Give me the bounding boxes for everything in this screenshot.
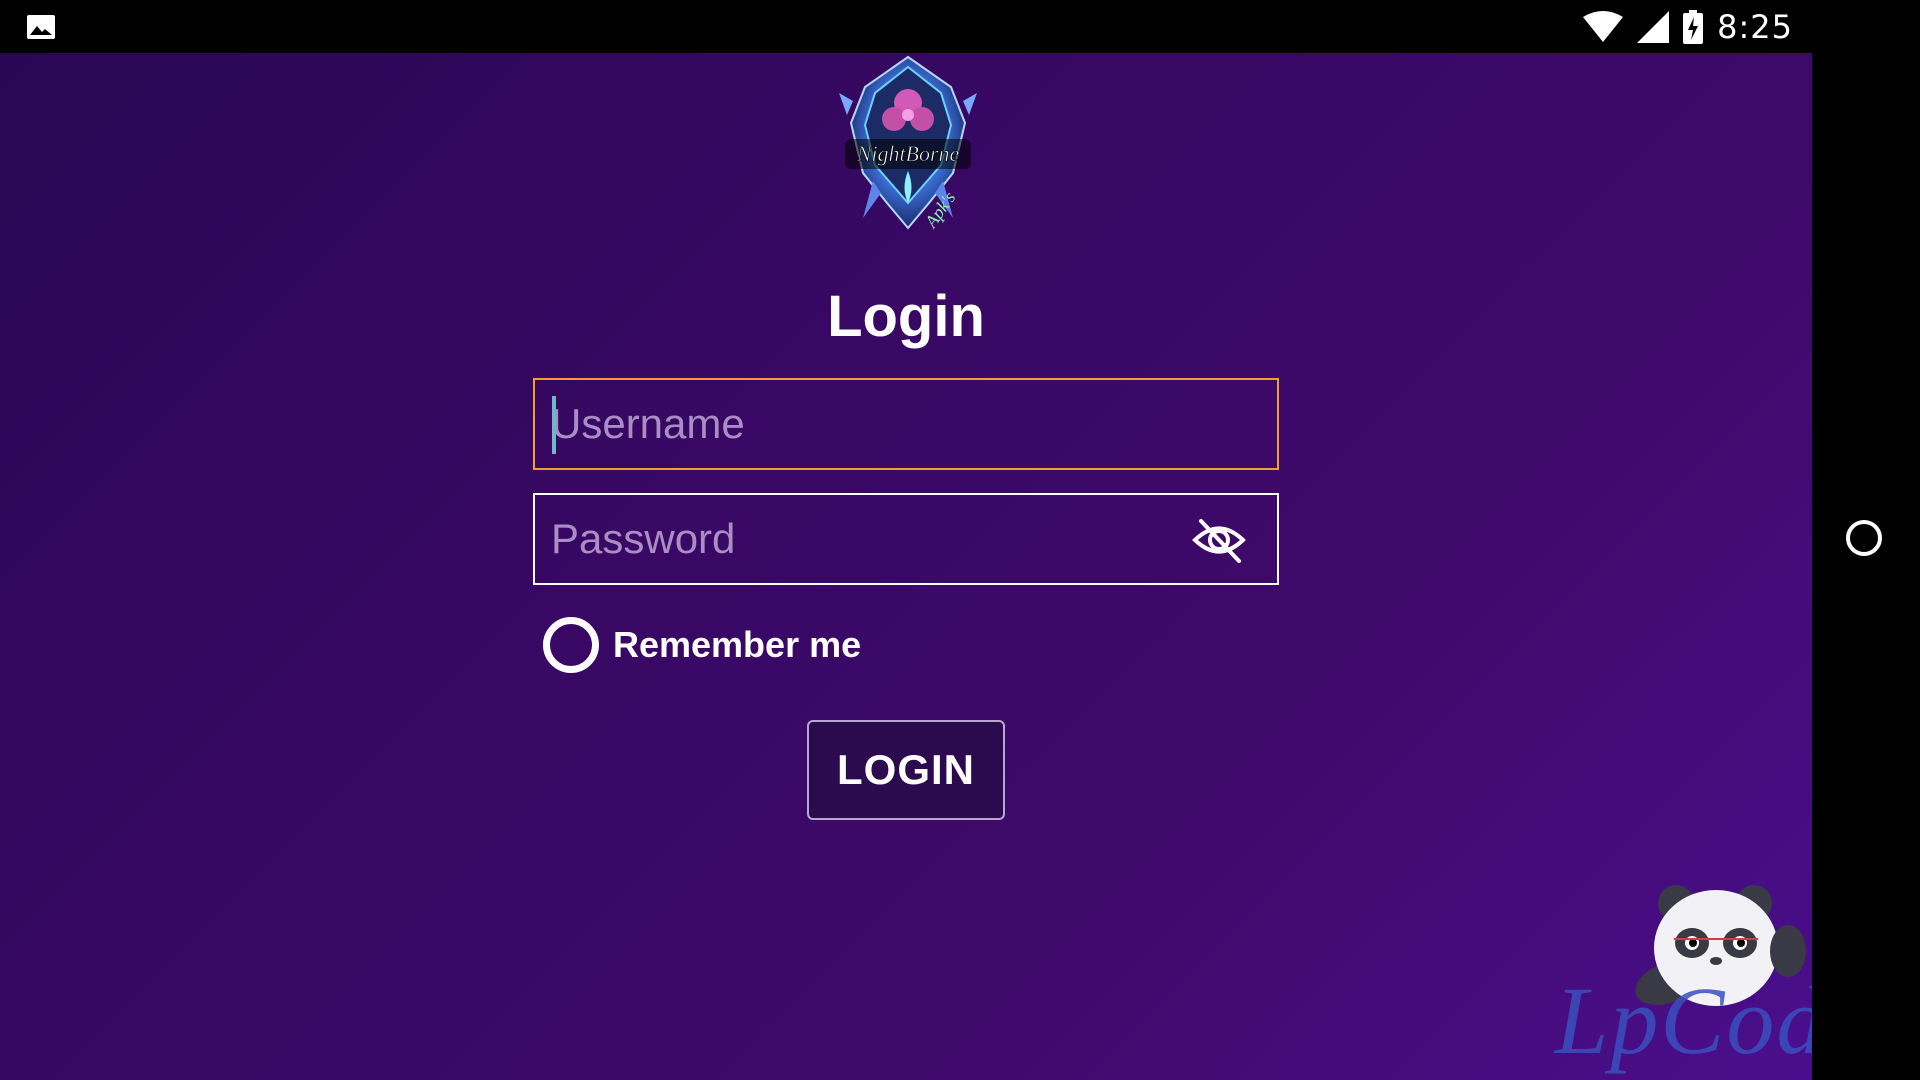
signal-icon [1637, 11, 1670, 43]
gallery-icon [27, 15, 55, 39]
home-button[interactable] [1846, 520, 1882, 556]
password-field[interactable] [533, 493, 1279, 585]
remember-me-radio[interactable] [543, 617, 599, 673]
app-screen: NightBorne Apk's Login Remember me LOGIN [0, 53, 1812, 1080]
watermark-text: LpCodes [1555, 967, 1812, 1074]
navigation-bar [1812, 53, 1920, 1080]
login-title: Login [827, 284, 985, 349]
battery-charging-icon [1683, 10, 1704, 44]
logo-text: NightBorne [856, 141, 960, 166]
wifi-icon [1583, 11, 1624, 42]
username-field[interactable] [533, 378, 1279, 470]
username-input[interactable] [551, 380, 1191, 468]
remember-me-label: Remember me [613, 624, 862, 665]
text-caret [552, 396, 556, 454]
eye-off-icon[interactable] [1191, 515, 1247, 565]
status-bar: 8:25 [0, 0, 1920, 53]
login-button[interactable]: LOGIN [807, 720, 1005, 820]
remember-me-toggle[interactable]: Remember me [543, 617, 861, 673]
password-input[interactable] [551, 495, 1191, 583]
nightborne-logo: NightBorne Apk's [839, 55, 977, 232]
status-icons: 8:25 [1583, 8, 1793, 46]
status-time: 8:25 [1717, 8, 1793, 46]
